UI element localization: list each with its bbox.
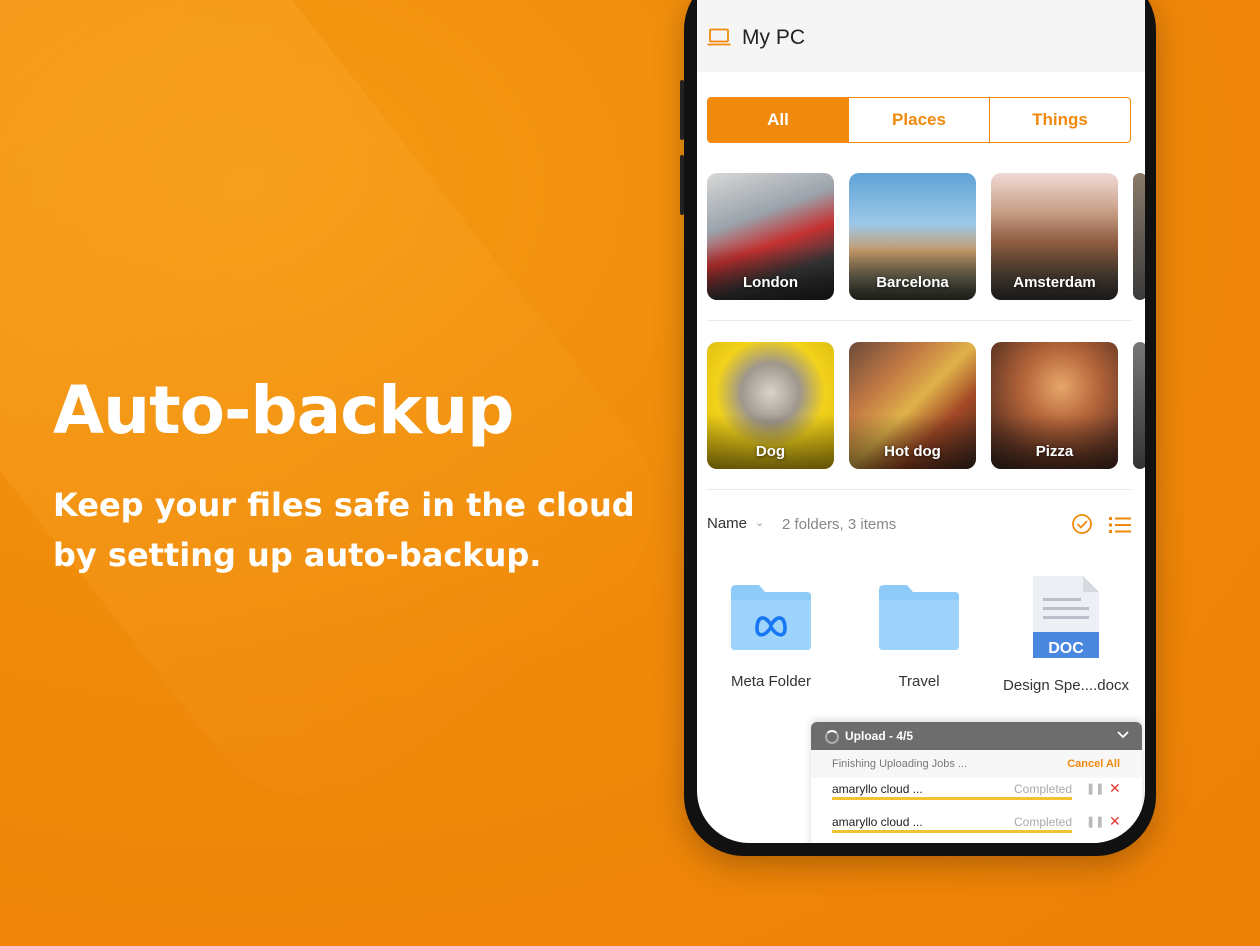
upload-panel: Upload - 4/5 Finishing Uploading Jobs ..… <box>811 722 1142 843</box>
album-label: Pizza <box>1035 443 1074 460</box>
card-shade <box>991 414 1118 469</box>
promo-headline: Auto-backup <box>53 372 514 449</box>
file-name: Meta Folder <box>730 673 812 690</box>
job-status: Completed <box>1014 782 1073 796</box>
upload-status-bar: Finishing Uploading Jobs ... Cancel All <box>811 750 1142 778</box>
card-shade <box>707 245 834 300</box>
cancel-all-button[interactable]: Cancel All <box>1067 758 1120 770</box>
upload-job: amaryllo cloud ... Completed ❚❚ ✕ <box>832 780 1132 802</box>
album-label: London <box>743 274 798 291</box>
pause-icon[interactable]: ❚❚ <box>1086 815 1104 828</box>
sort-dropdown[interactable]: Name <box>707 515 747 532</box>
row-divider <box>707 320 1132 321</box>
album-card-amsterdam[interactable]: Amsterdam <box>991 173 1118 300</box>
file-item[interactable]: Meta Folder <box>701 582 841 690</box>
upload-status: Finishing Uploading Jobs ... <box>832 758 968 770</box>
app-title-bar: My PC <box>697 0 1145 72</box>
file-name: Travel <box>898 673 940 690</box>
album-card-pizza[interactable]: Pizza <box>991 342 1118 469</box>
album-card-partial[interactable] <box>1133 342 1145 469</box>
file-item[interactable]: Travel <box>849 582 989 690</box>
album-card-barcelona[interactable]: Barcelona <box>849 173 976 300</box>
album-label: Barcelona <box>876 274 949 291</box>
item-count: 2 folders, 3 items <box>782 516 897 533</box>
job-status: Completed <box>1014 815 1073 829</box>
album-card-partial[interactable] <box>1133 173 1145 300</box>
chevron-down-icon[interactable]: ⌄ <box>755 516 764 529</box>
promo-subline: Keep your files safe in the cloud by set… <box>53 486 635 574</box>
filter-tabs: All Places Things <box>707 97 1131 143</box>
album-label: Hot dog <box>884 443 941 460</box>
phone-screen: My PC All Places Things London Barcelona… <box>697 0 1145 843</box>
chevron-down-icon[interactable] <box>1116 727 1130 741</box>
tab-things[interactable]: Things <box>989 98 1130 142</box>
album-label: Amsterdam <box>1013 274 1096 291</box>
card-shade <box>991 245 1118 300</box>
phone-frame: My PC All Places Things London Barcelona… <box>680 0 1156 856</box>
list-view-icon[interactable] <box>1109 515 1131 535</box>
laptop-icon <box>707 28 731 46</box>
phone-side-button <box>680 80 684 140</box>
close-icon[interactable]: ✕ <box>1109 813 1121 830</box>
phone-side-button <box>680 155 684 215</box>
job-progress-bar <box>832 797 1072 800</box>
file-item[interactable]: DOC Design Spe....docx <box>991 574 1141 694</box>
tab-all[interactable]: All <box>708 98 848 142</box>
things-row: Dog Hot dog Pizza <box>707 342 1145 469</box>
job-name: amaryllo cloud ... <box>832 815 923 829</box>
card-shade <box>849 245 976 300</box>
card-shade <box>707 414 834 469</box>
places-row: London Barcelona Amsterdam <box>707 173 1145 300</box>
doc-badge: DOC <box>1048 640 1084 657</box>
row-divider <box>707 489 1132 490</box>
sort-bar: Name ⌄ 2 folders, 3 items <box>707 513 1133 539</box>
album-card-london[interactable]: London <box>707 173 834 300</box>
job-progress-bar <box>832 830 1072 833</box>
album-card-hot-dog[interactable]: Hot dog <box>849 342 976 469</box>
folder-icon <box>879 585 959 650</box>
album-card-dog[interactable]: Dog <box>707 342 834 469</box>
card-shade <box>849 414 976 469</box>
pause-icon[interactable]: ❚❚ <box>1086 782 1104 795</box>
loading-spinner-icon <box>825 730 839 744</box>
page-title: My PC <box>742 26 805 49</box>
close-icon[interactable]: ✕ <box>1109 780 1121 797</box>
upload-title: Upload - 4/5 <box>845 729 914 743</box>
tab-places[interactable]: Places <box>848 98 989 142</box>
job-name: amaryllo cloud ... <box>832 782 923 796</box>
album-label: Dog <box>755 443 786 460</box>
upload-header[interactable]: Upload - 4/5 <box>811 722 1142 750</box>
upload-job: amaryllo cloud ... Completed ❚❚ ✕ <box>832 813 1132 835</box>
file-name: Design Spe....docx <box>1003 677 1129 694</box>
meta-folder-icon <box>731 585 811 650</box>
select-check-icon[interactable] <box>1071 513 1093 535</box>
